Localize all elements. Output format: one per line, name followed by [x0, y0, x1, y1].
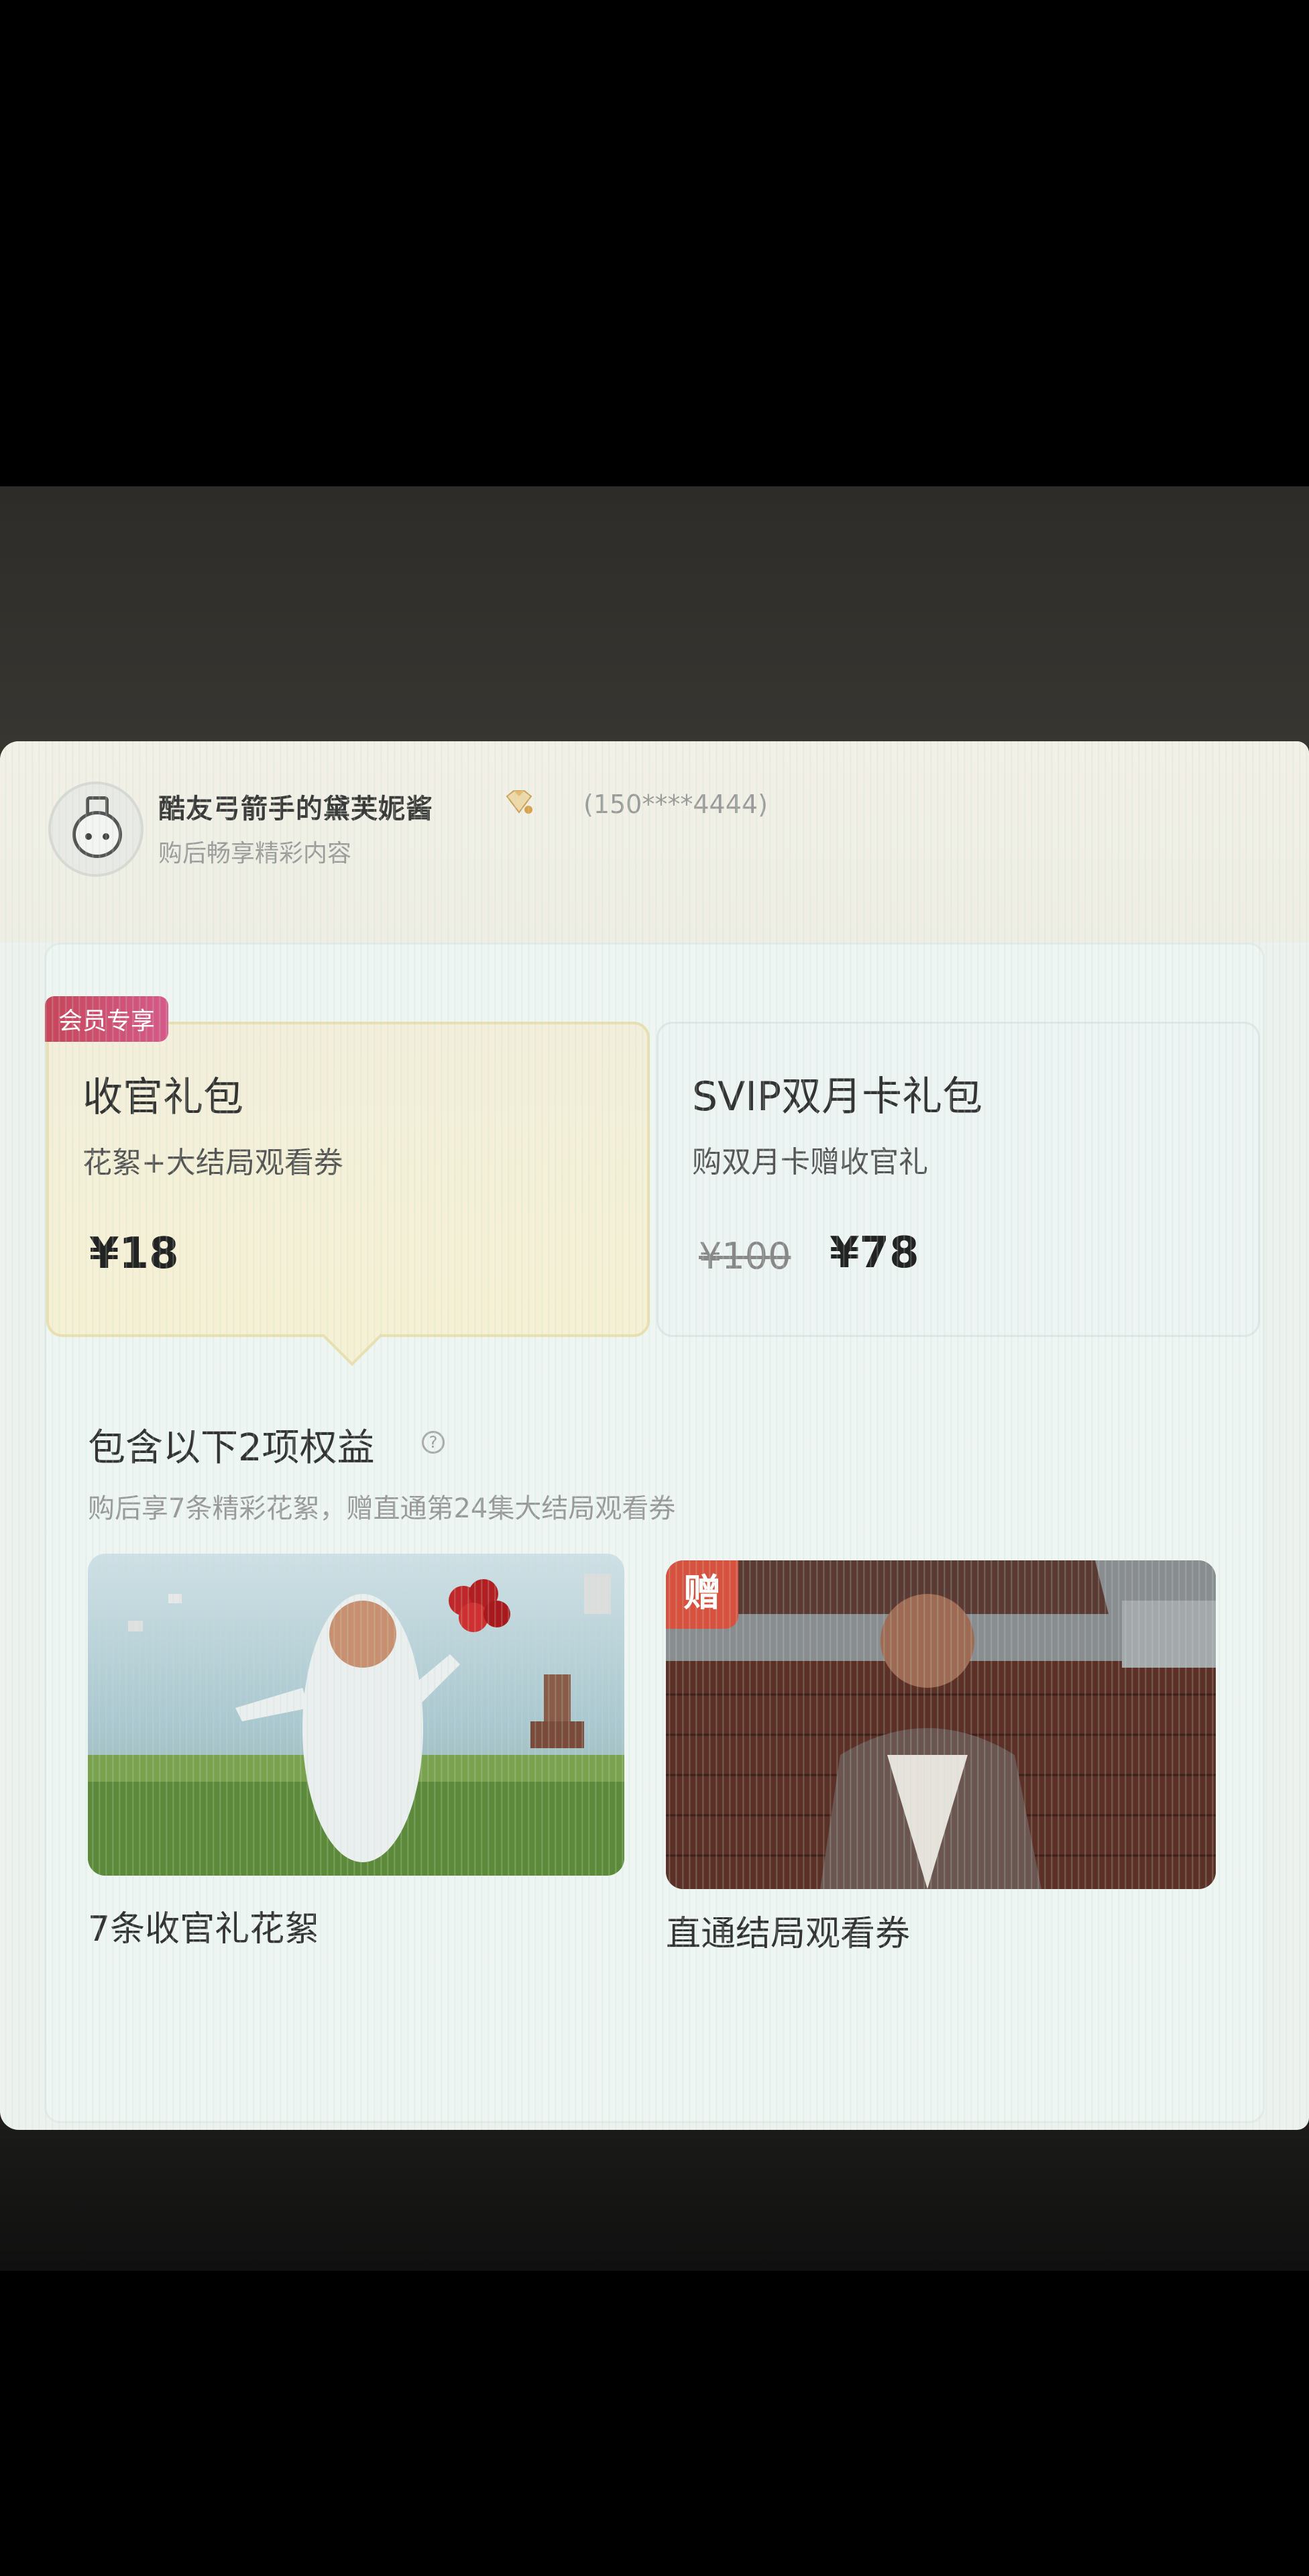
package-price: ¥78 — [830, 1228, 919, 1278]
finale-image — [666, 1560, 1216, 1889]
member-exclusive-badge: 会员专享 — [45, 996, 169, 1042]
package-panel: 会员专享 收官礼包 花絮+大结局观看券 ¥18 SVIP双月卡礼包 购双月卡赠收… — [44, 943, 1265, 2123]
benefits-desc: 购后享7条精彩花絮，赠直通第24集大结局观看券 — [88, 1493, 676, 1524]
benefit-caption-clips: 7条收官礼花絮 — [88, 1909, 320, 1949]
package-title: SVIP双月卡礼包 — [692, 1073, 983, 1120]
package-price: ¥18 — [89, 1229, 179, 1279]
vip-diamond-icon — [506, 790, 532, 814]
original-price: ¥100 — [699, 1235, 791, 1277]
benefit-thumbnail-clips[interactable] — [88, 1554, 624, 1876]
benefit-caption-finale: 直通结局观看券 — [666, 1914, 911, 1954]
benefit-thumbnail-finale-ticket[interactable]: 赠 — [666, 1560, 1216, 1889]
benefits-title: 包含以下2项权益 — [88, 1426, 375, 1470]
screen: 酷友弓箭手的黛芙妮酱 (150****4444) 购后畅享精彩内容 会员专享 收… — [0, 741, 1309, 2130]
package-desc: 购双月卡赠收官礼 — [692, 1145, 928, 1179]
phone-number: (150****4444) — [583, 790, 768, 819]
header-subtitle: 购后畅享精彩内容 — [158, 840, 352, 867]
package-desc: 花絮+大结局观看券 — [82, 1146, 343, 1180]
clips-image — [88, 1554, 624, 1876]
help-icon[interactable]: ? — [422, 1431, 445, 1454]
photo-bottom — [0, 2130, 1309, 2271]
gift-badge: 赠 — [666, 1560, 738, 1629]
username: 酷友弓箭手的黛芙妮酱 — [158, 794, 433, 824]
avatar-icon — [48, 782, 144, 877]
package-card-finale[interactable]: 会员专享 收官礼包 花絮+大结局观看券 ¥18 — [45, 996, 650, 1337]
package-title: 收官礼包 — [82, 1074, 243, 1121]
package-card-svip[interactable]: SVIP双月卡礼包 购双月卡赠收官礼 ¥100 ¥78 — [657, 1022, 1260, 1337]
user-header: 酷友弓箭手的黛芙妮酱 (150****4444) 购后畅享精彩内容 — [0, 741, 1309, 943]
